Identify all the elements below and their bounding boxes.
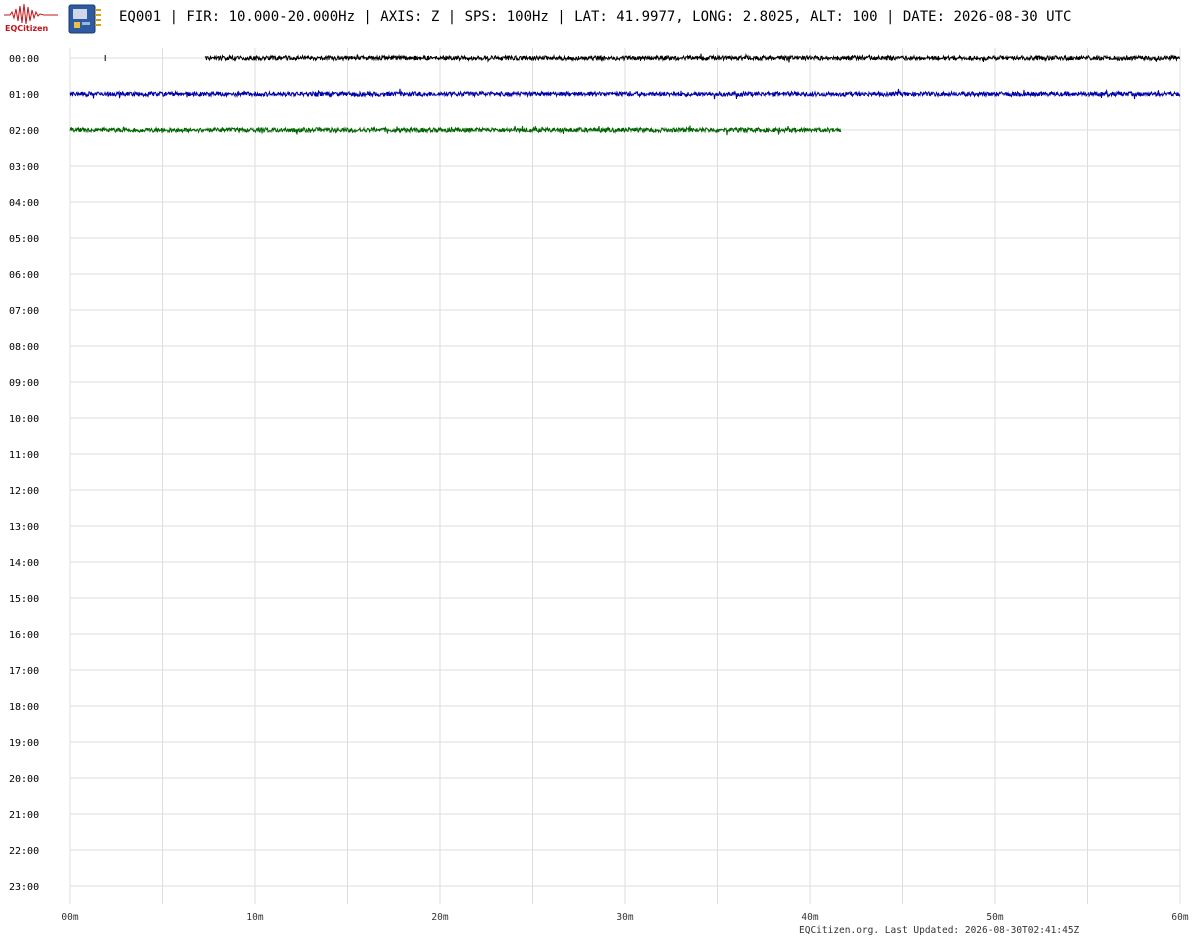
x-tick-label: 30m xyxy=(616,912,633,923)
y-tick-label: 13:00 xyxy=(9,522,39,533)
helicorder-chart: 00:00 01:00 02:00 03:00 04:00 05:00 06:00 07:00… xyxy=(9,48,1189,923)
y-tick-label: 05:00 xyxy=(9,234,39,245)
y-tick-label: 00:00 xyxy=(9,54,39,65)
y-tick-label: 11:00 xyxy=(9,450,39,461)
trace-segment xyxy=(204,52,1180,63)
x-tick-label: 00m xyxy=(61,912,78,923)
y-tick-label: 01:00 xyxy=(9,90,39,101)
y-tick-label: 21:00 xyxy=(9,810,39,821)
y-tick-label: 15:00 xyxy=(9,594,39,605)
y-tick-label: 06:00 xyxy=(9,270,39,281)
x-tick-label: 20m xyxy=(431,912,448,923)
y-tick-label: 08:00 xyxy=(9,342,39,353)
y-tick-label: 07:00 xyxy=(9,306,39,317)
x-tick-label: 60m xyxy=(1171,912,1188,923)
y-tick-label: 10:00 xyxy=(9,414,39,425)
y-tick-label: 04:00 xyxy=(9,198,39,209)
y-tick-label: 18:00 xyxy=(9,702,39,713)
grid xyxy=(69,48,1181,904)
y-tick-label: 12:00 xyxy=(9,486,39,497)
y-tick-label: 23:00 xyxy=(9,882,39,893)
y-tick-label: 17:00 xyxy=(9,666,39,677)
tick-labels: 00:00 01:00 02:00 03:00 04:00 05:00 06:00 07:00… xyxy=(9,54,1189,923)
y-tick-label: 09:00 xyxy=(9,378,39,389)
footer-text: EQCitizen.org. Last Updated: 2026-08-30T… xyxy=(799,925,1080,936)
y-tick-label: 20:00 xyxy=(9,774,39,785)
x-tick-label: 40m xyxy=(801,912,818,923)
y-tick-label: 19:00 xyxy=(9,738,39,749)
y-tick-label: 03:00 xyxy=(9,162,39,173)
x-tick-label: 10m xyxy=(246,912,263,923)
y-tick-label: 02:00 xyxy=(9,126,39,137)
y-tick-label: 14:00 xyxy=(9,558,39,569)
y-tick-label: 22:00 xyxy=(9,846,39,857)
x-tick-label: 50m xyxy=(986,912,1003,923)
y-tick-label: 16:00 xyxy=(9,630,39,641)
